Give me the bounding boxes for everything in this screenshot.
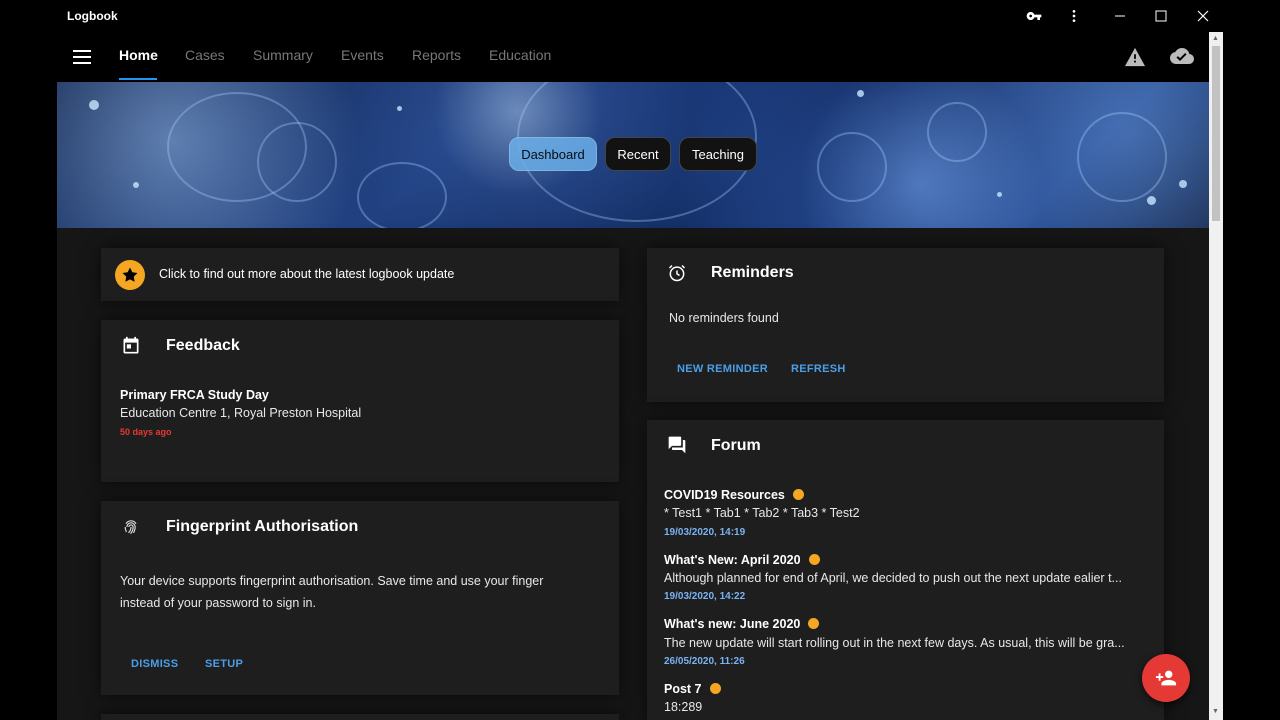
close-icon[interactable] xyxy=(1183,0,1223,32)
alarm-icon xyxy=(665,261,689,285)
minimize-icon[interactable] xyxy=(1100,0,1140,32)
fingerprint-icon xyxy=(119,515,143,539)
vertical-scrollbar[interactable]: ▲ ▼ xyxy=(1209,32,1223,720)
star-icon xyxy=(115,260,145,290)
update-card[interactable]: Click to find out more about the latest … xyxy=(101,248,619,301)
forum-title: Forum xyxy=(711,437,761,454)
forum-post-title[interactable]: What's new: June 2020 xyxy=(664,617,820,631)
forum-post-date: 19/03/2020, 14:19 xyxy=(664,527,746,538)
forum-post-body: The new update will start rolling out in… xyxy=(664,636,1125,650)
reminders-title: Reminders xyxy=(711,264,794,281)
forum-post-body: 18:289 xyxy=(664,700,703,714)
scroll-up-icon[interactable]: ▲ xyxy=(1212,35,1219,42)
feedback-item-location: Education Centre 1, Royal Preston Hospit… xyxy=(120,406,362,420)
unread-dot xyxy=(808,554,820,565)
forum-post-title[interactable]: What's New: April 2020 xyxy=(664,553,820,567)
update-text: Click to find out more about the latest … xyxy=(159,267,455,281)
feedback-item-title[interactable]: Primary FRCA Study Day xyxy=(120,388,269,402)
fingerprint-body-line2: instead of your password to sign in. xyxy=(120,596,316,610)
cloud-done-icon[interactable] xyxy=(1169,44,1195,70)
unread-dot xyxy=(808,618,820,629)
unread-dot xyxy=(792,489,804,500)
tab-events[interactable]: Events xyxy=(341,47,384,63)
more-vert-icon[interactable] xyxy=(1054,0,1094,32)
menu-icon[interactable] xyxy=(73,46,93,68)
forum-post-date: 26/05/2020, 11:26 xyxy=(664,656,745,667)
scroll-down-icon[interactable]: ▼ xyxy=(1212,708,1219,715)
tab-summary[interactable]: Summary xyxy=(253,47,313,63)
forum-icon xyxy=(665,433,689,457)
fingerprint-title: Fingerprint Authorisation xyxy=(166,518,359,535)
setup-button[interactable]: SETUP xyxy=(205,658,243,670)
forum-post-date: 19/03/2020, 14:22 xyxy=(664,591,746,602)
warning-icon[interactable] xyxy=(1122,44,1148,70)
next-card xyxy=(101,714,619,720)
forum-post-body: Although planned for end of April, we de… xyxy=(664,571,1122,585)
tab-education[interactable]: Education xyxy=(489,47,551,63)
unread-dot xyxy=(709,683,721,694)
hero-banner: Dashboard Recent Teaching xyxy=(57,82,1209,228)
feedback-item-age: 50 days ago xyxy=(120,427,172,437)
tab-home[interactable]: Home xyxy=(119,47,158,63)
maximize-icon[interactable] xyxy=(1141,0,1181,32)
forum-post-title[interactable]: COVID19 Resources xyxy=(664,488,804,502)
reminders-card: Reminders No reminders found NEW REMINDE… xyxy=(647,248,1164,402)
reminders-empty-text: No reminders found xyxy=(669,311,779,325)
key-icon[interactable] xyxy=(1014,0,1054,32)
dashboard-content: Click to find out more about the latest … xyxy=(57,228,1209,720)
feedback-title: Feedback xyxy=(166,337,240,354)
dismiss-button[interactable]: DISMISS xyxy=(131,658,178,670)
chip-recent[interactable]: Recent xyxy=(605,137,671,171)
forum-post-body: * Test1 * Tab1 * Tab2 * Tab3 * Test2 xyxy=(664,506,860,520)
new-reminder-button[interactable]: NEW REMINDER xyxy=(677,363,768,375)
refresh-button[interactable]: REFRESH xyxy=(791,363,846,375)
forum-card: Forum COVID19 Resources * Test1 * Tab1 *… xyxy=(647,420,1164,720)
fingerprint-card: Fingerprint Authorisation Your device su… xyxy=(101,501,619,695)
event-icon xyxy=(119,334,143,358)
tab-cases[interactable]: Cases xyxy=(185,47,225,63)
chip-teaching[interactable]: Teaching xyxy=(679,137,757,171)
app-title: Logbook xyxy=(67,9,118,23)
tab-reports[interactable]: Reports xyxy=(412,47,461,63)
feedback-card: Feedback Primary FRCA Study Day Educatio… xyxy=(101,320,619,482)
app-bar: Home Cases Summary Events Reports Educat… xyxy=(57,32,1223,82)
forum-post-title[interactable]: Post 7 xyxy=(664,682,721,696)
title-bar: Logbook xyxy=(57,0,1223,32)
person-add-icon xyxy=(1155,670,1177,686)
add-person-button[interactable] xyxy=(1142,654,1190,702)
chip-dashboard[interactable]: Dashboard xyxy=(509,137,597,171)
app-window: Logbook Home Cases Summary Events Report… xyxy=(57,0,1223,720)
fingerprint-body-line1: Your device supports fingerprint authori… xyxy=(120,574,544,588)
active-tab-indicator xyxy=(119,78,157,80)
scroll-thumb[interactable] xyxy=(1212,46,1220,221)
